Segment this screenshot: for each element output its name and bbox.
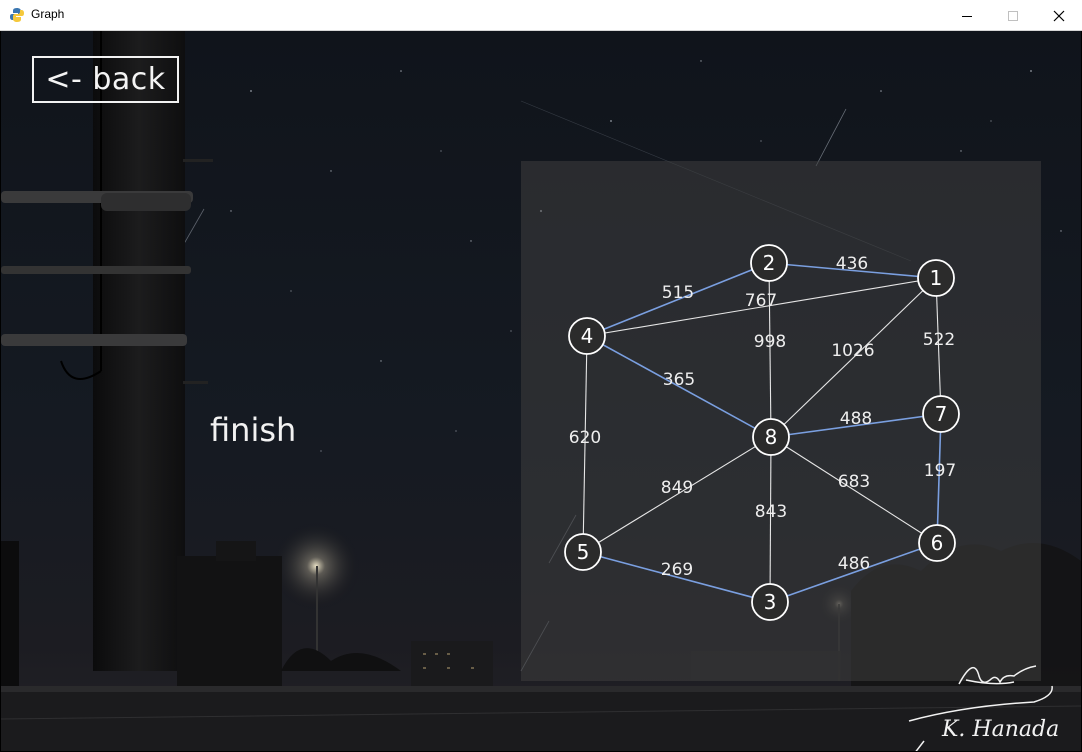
edge-label-layer: 436 515 767 998 1026 522 365 488 620 197 849 683 843… — [569, 254, 956, 580]
edge-weight-label: 767 — [745, 291, 777, 311]
node-label: 2 — [763, 251, 776, 275]
maximize-button[interactable] — [990, 0, 1036, 31]
graph-node-3[interactable]: 3 — [751, 583, 789, 621]
graph-node-7[interactable]: 7 — [922, 395, 960, 433]
status-text: finish — [210, 411, 297, 449]
window-title: Graph — [31, 7, 65, 21]
edge-weight-label: 488 — [840, 409, 872, 429]
app-canvas: <- back finish 436 515 767 998 1026 522 365 488… — [1, 31, 1081, 751]
graph-node-8[interactable]: 8 — [752, 418, 790, 456]
minimize-icon — [962, 15, 972, 17]
close-icon — [1053, 10, 1065, 21]
node-label: 7 — [935, 402, 948, 426]
maximize-icon — [1008, 10, 1018, 21]
edge-weight-label: 843 — [755, 502, 787, 522]
signature: K. Hanada — [908, 665, 1059, 751]
graph-canvas: 436515 767998 1026522365488620197849 683843… — [564, 244, 960, 621]
close-button[interactable] — [1036, 0, 1082, 31]
signature-text: K. Hanada — [941, 717, 1059, 742]
back-button[interactable]: <- back — [32, 56, 179, 103]
edge-weight-label: 486 — [838, 554, 870, 574]
node-label: 6 — [931, 531, 944, 555]
edge-weight-label: 269 — [661, 560, 693, 580]
node-label: 1 — [930, 266, 943, 290]
graph-node-6[interactable]: 6 — [918, 524, 956, 562]
edge-weight-label: 515 — [662, 283, 694, 303]
node-label: 5 — [577, 540, 590, 564]
edge-weight-label: 365 — [663, 370, 695, 390]
edge-weight-label: 522 — [923, 330, 955, 350]
edge-weight-label: 849 — [661, 478, 693, 498]
graph-node-5[interactable]: 5 — [564, 533, 602, 571]
title-bar: Graph — [0, 0, 1082, 31]
edge-weight-label: 683 — [838, 472, 870, 492]
minimize-button[interactable] — [944, 0, 990, 31]
edge-weight-label: 436 — [836, 254, 868, 274]
edge-weight-label: 197 — [924, 461, 956, 481]
edge-weight-label: 620 — [569, 428, 601, 448]
node-label: 8 — [765, 425, 778, 449]
graph-node-1[interactable]: 1 — [917, 259, 955, 297]
node-label: 4 — [581, 324, 594, 348]
edge-weight-label: 998 — [754, 332, 786, 352]
graph-node-4[interactable]: 4 — [568, 317, 606, 355]
python-icon — [10, 8, 24, 22]
edge-weight-label: 1026 — [831, 341, 874, 361]
graph-node-2[interactable]: 2 — [750, 244, 788, 282]
node-label: 3 — [764, 590, 777, 614]
